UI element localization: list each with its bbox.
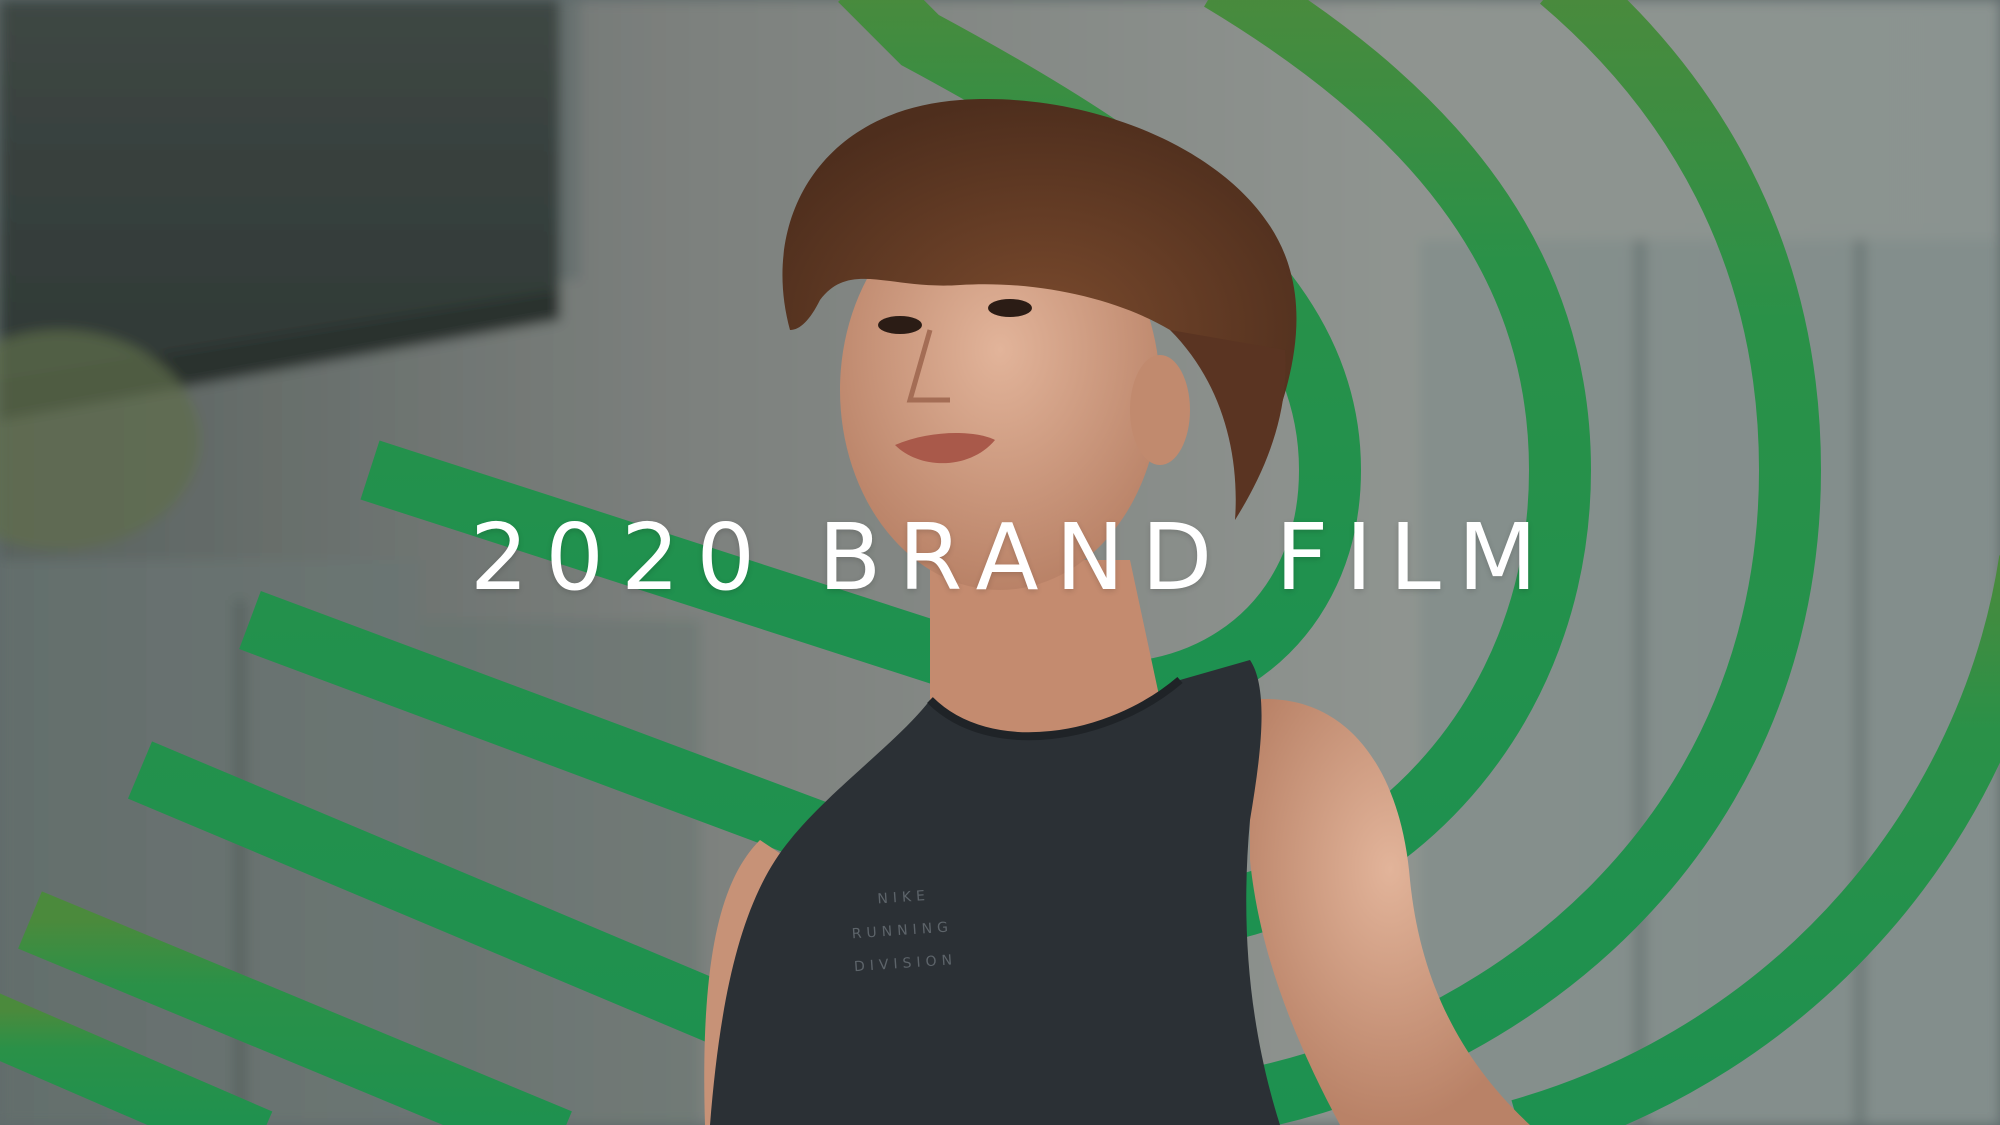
shirt-print-line-2: RUNNING	[851, 919, 953, 942]
hero-title: 2020 BRAND FILM	[469, 504, 1555, 611]
shirt-print-line-3: DIVISION	[854, 952, 958, 975]
hero-banner: NIKE RUNNING DIVISION 2020 BRAND FILM	[0, 0, 2000, 1125]
shirt-print-line-1: NIKE	[877, 888, 931, 908]
